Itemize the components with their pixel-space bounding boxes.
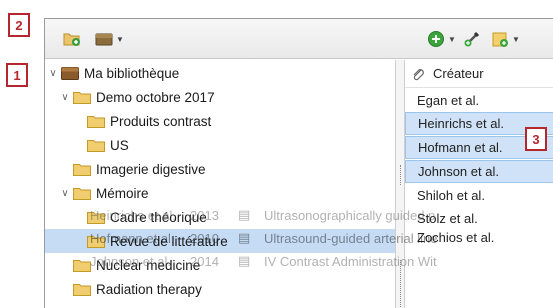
folder-icon — [73, 187, 91, 200]
item-creator: Hofmann et al. — [418, 140, 503, 155]
item-row[interactable]: Shiloh et al. — [405, 184, 553, 207]
tree-item-produits-contrast[interactable]: Produits contrast — [45, 109, 395, 133]
new-group-icon — [95, 33, 113, 46]
tree-item-imagerie-digestive[interactable]: Imagerie digestive — [45, 157, 395, 181]
chevron-down-icon[interactable]: ∨ — [59, 188, 71, 199]
splitter-grip — [400, 165, 401, 185]
tree-item-us[interactable]: US — [45, 133, 395, 157]
items-pane: Créateur Egan et al. Heinrichs et al. Ho… — [405, 60, 553, 308]
folder-icon — [73, 259, 91, 272]
tree-item-label: Ma bibliothèque — [84, 65, 180, 81]
add-by-identifier-button[interactable] — [463, 30, 481, 48]
tree-item-label: Imagerie digestive — [96, 161, 206, 177]
new-collection-icon — [63, 33, 80, 46]
tree-item-label: Revue de littérature — [110, 233, 228, 249]
item-creator: Egan et al. — [417, 93, 480, 108]
column-header-label: Créateur — [433, 66, 484, 81]
chevron-down-icon: ▼ — [116, 34, 124, 44]
chevron-down-icon[interactable]: ∨ — [47, 68, 59, 79]
tree-item-label: Radiation therapy — [96, 281, 202, 297]
folder-icon — [73, 163, 91, 176]
tree-item-cadre-theorique[interactable]: Cadre théorique — [45, 205, 395, 229]
splitter-grip — [400, 260, 401, 308]
tree-item-demo-octobre-2017[interactable]: ∨ Demo octobre 2017 — [45, 85, 395, 109]
tree-item-label: Produits contrast — [110, 113, 212, 129]
chevron-down-icon: ▼ — [448, 34, 456, 44]
chevron-down-icon[interactable]: ∨ — [59, 92, 71, 103]
folder-icon — [87, 235, 105, 248]
tree-item-nuclear-medicine[interactable]: Nuclear medicine — [45, 253, 395, 277]
tree-item-label: Demo octobre 2017 — [96, 89, 215, 105]
callout-3: 3 — [525, 127, 547, 151]
new-note-icon — [492, 32, 508, 47]
add-by-identifier-icon — [464, 31, 480, 47]
folder-icon — [87, 211, 105, 224]
folder-icon — [73, 283, 91, 296]
new-item-icon — [428, 31, 444, 47]
folder-icon — [73, 91, 91, 104]
attachment-icon — [413, 68, 424, 80]
tree-item-label: Nuclear medicine — [96, 257, 201, 273]
item-row[interactable]: Johnson et al. — [405, 160, 553, 183]
tree-item-label: US — [110, 137, 129, 153]
pane-splitter[interactable] — [395, 60, 405, 308]
folder-icon — [87, 139, 105, 152]
tree-item-revue-de-litterature[interactable]: Revue de littérature — [45, 229, 395, 253]
tree-item-radiation-therapy[interactable]: Radiation therapy — [45, 277, 395, 301]
item-row[interactable]: Egan et al. — [405, 89, 553, 112]
item-creator: Stolz et al. — [417, 211, 478, 226]
item-row[interactable]: Zochios et al. — [405, 226, 553, 249]
tree-item-label: Cadre théorique — [110, 209, 207, 225]
toolbar: ▼ ▼ ▼ — [45, 19, 553, 59]
library-icon — [61, 66, 79, 80]
item-creator: Shiloh et al. — [417, 188, 485, 203]
item-creator: Heinrichs et al. — [418, 116, 504, 131]
chevron-down-icon: ▼ — [512, 34, 520, 44]
folder-icon — [87, 115, 105, 128]
new-item-button[interactable]: ▼ — [427, 30, 456, 48]
tree-item-memoire[interactable]: ∨ Mémoire — [45, 181, 395, 205]
zotero-window: ▼ ▼ ▼ ∨ Ma bibliothèque ∨ Demo octobre 2… — [44, 18, 553, 308]
new-note-button[interactable]: ▼ — [491, 30, 520, 48]
item-creator: Johnson et al. — [418, 164, 499, 179]
tree-item-library[interactable]: ∨ Ma bibliothèque — [45, 61, 395, 85]
column-header-creator[interactable]: Créateur — [405, 60, 553, 88]
callout-2: 2 — [8, 13, 30, 37]
item-creator: Zochios et al. — [417, 230, 495, 245]
tree-item-label: Mémoire — [96, 185, 149, 201]
callout-1: 1 — [6, 63, 28, 87]
collection-tree: ∨ Ma bibliothèque ∨ Demo octobre 2017 Pr… — [45, 60, 395, 308]
new-collection-button[interactable] — [63, 30, 81, 48]
new-group-button[interactable]: ▼ — [95, 30, 124, 48]
